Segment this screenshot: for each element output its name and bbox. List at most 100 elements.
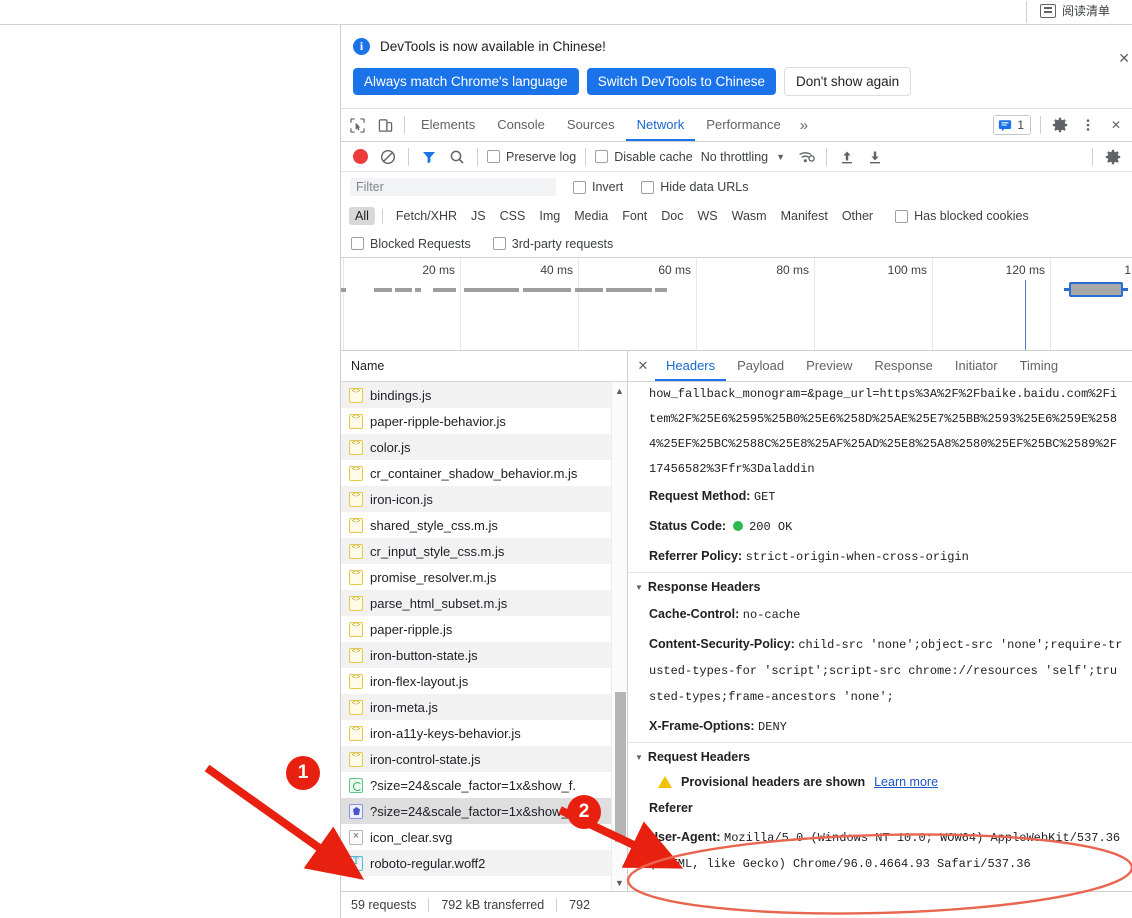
request-row[interactable]: paper-ripple.js xyxy=(341,616,611,642)
third-party-requests-checkbox[interactable]: 3rd-party requests xyxy=(491,237,615,251)
type-chip-wasm[interactable]: Wasm xyxy=(726,207,773,225)
response-headers-label: Response Headers xyxy=(647,580,761,594)
request-method-row: Request Method: GET xyxy=(628,482,1132,512)
request-row[interactable]: iron-flex-layout.js xyxy=(341,668,611,694)
request-row[interactable]: iron-a11y-keys-behavior.js xyxy=(341,720,611,746)
wifi-settings-icon[interactable] xyxy=(793,145,819,169)
type-chip-manifest[interactable]: Manifest xyxy=(775,207,834,225)
details-tab-preview[interactable]: Preview xyxy=(795,351,863,381)
chevron-down-icon[interactable]: ▼ xyxy=(770,152,791,162)
filter-input[interactable] xyxy=(349,177,557,197)
response-header-row: Cache-Control: no-cache xyxy=(628,600,1132,630)
request-row[interactable]: cr_input_style_css.m.js xyxy=(341,538,611,564)
tab-console[interactable]: Console xyxy=(486,109,556,141)
request-row[interactable]: roboto-regular.woff2 xyxy=(341,850,611,876)
request-url-value: how_fallback_monogram=&page_url=https%3A… xyxy=(649,387,1118,476)
request-row[interactable]: iron-button-state.js xyxy=(341,642,611,668)
type-chip-other[interactable]: Other xyxy=(836,207,879,225)
type-chip-font[interactable]: Font xyxy=(616,207,653,225)
details-tab-timing[interactable]: Timing xyxy=(1009,351,1070,381)
request-row[interactable]: ?size=24&scale_factor=1x&show_f. xyxy=(341,772,611,798)
request-list-scrollbar[interactable]: ▲ ▼ xyxy=(611,382,627,891)
response-header-row: X-Frame-Options: DENY xyxy=(628,712,1132,742)
request-list-header[interactable]: Name xyxy=(341,351,627,382)
response-header-row: Content-Security-Policy: child-src 'none… xyxy=(628,630,1132,712)
devtools-language-infobar: i DevTools is now available in Chinese! … xyxy=(341,25,1132,109)
overview-selection-box[interactable] xyxy=(1064,282,1128,297)
type-chip-doc[interactable]: Doc xyxy=(655,207,689,225)
request-row[interactable]: promise_resolver.m.js xyxy=(341,564,611,590)
devtools-panel: i DevTools is now available in Chinese! … xyxy=(340,25,1132,918)
tab-performance[interactable]: Performance xyxy=(695,109,791,141)
type-chip-ws[interactable]: WS xyxy=(691,207,723,225)
details-close-icon[interactable]: ✕ xyxy=(631,351,655,381)
details-tabbar: ✕ Headers Payload Preview Response Initi… xyxy=(628,351,1132,382)
request-row[interactable]: iron-icon.js xyxy=(341,486,611,512)
info-icon: i xyxy=(353,37,370,55)
request-row[interactable]: cr_container_shadow_behavior.m.js xyxy=(341,460,611,486)
download-arrow-icon[interactable] xyxy=(862,145,888,169)
type-chip-js[interactable]: JS xyxy=(465,207,492,225)
invert-checkbox[interactable]: Invert xyxy=(571,180,625,194)
blocked-requests-checkbox[interactable]: Blocked Requests xyxy=(349,237,473,251)
request-row[interactable]: iron-control-state.js xyxy=(341,746,611,772)
throttling-select[interactable]: No throttling xyxy=(697,150,768,164)
infobar-close-icon[interactable]: ✕ xyxy=(1118,51,1130,65)
always-match-language-button[interactable]: Always match Chrome's language xyxy=(353,68,579,95)
request-row[interactable]: iron-meta.js xyxy=(341,694,611,720)
type-chip-img[interactable]: Img xyxy=(533,207,566,225)
request-name: shared_style_css.m.js xyxy=(370,517,498,533)
inspect-cursor-icon[interactable] xyxy=(343,112,371,138)
device-toolbar-icon[interactable] xyxy=(371,112,399,138)
type-chip-fetch-xhr[interactable]: Fetch/XHR xyxy=(390,207,463,225)
hide-data-urls-checkbox[interactable]: Hide data URLs xyxy=(639,180,750,194)
request-row[interactable]: parse_html_subset.m.js xyxy=(341,590,611,616)
chevron-double-right-icon[interactable]: » xyxy=(792,117,816,134)
message-counter-button[interactable]: 1 xyxy=(993,115,1031,135)
switch-to-chinese-button[interactable]: Switch DevTools to Chinese xyxy=(586,68,777,95)
devtools-close-icon[interactable]: ✕ xyxy=(1102,112,1130,138)
tab-sources[interactable]: Sources xyxy=(556,109,626,141)
details-tab-headers[interactable]: Headers xyxy=(655,351,726,381)
request-row[interactable]: shared_style_css.m.js xyxy=(341,512,611,538)
request-row[interactable]: color.js xyxy=(341,434,611,460)
preserve-log-label: Preserve log xyxy=(506,149,577,164)
type-chip-all[interactable]: All xyxy=(349,207,375,225)
transferred-size: 792 kB transferred xyxy=(441,898,545,912)
details-tab-initiator[interactable]: Initiator xyxy=(944,351,1009,381)
request-row[interactable]: bindings.js xyxy=(341,382,611,408)
request-headers-title[interactable]: ▼ Request Headers xyxy=(628,743,1132,770)
kebab-menu-icon[interactable] xyxy=(1074,112,1102,138)
tab-elements[interactable]: Elements xyxy=(410,109,486,141)
triangle-down-icon: ▼ xyxy=(635,582,643,592)
has-blocked-cookies-checkbox[interactable]: Has blocked cookies xyxy=(893,209,1031,223)
details-tab-payload[interactable]: Payload xyxy=(726,351,795,381)
disable-cache-checkbox[interactable]: Disable cache xyxy=(593,150,695,164)
upload-arrow-icon[interactable] xyxy=(834,145,860,169)
preserve-log-checkbox[interactable]: Preserve log xyxy=(485,150,578,164)
overview-tick-100ms: 100 ms xyxy=(887,263,927,277)
scroll-down-arrow-icon[interactable]: ▼ xyxy=(612,874,627,891)
js-file-icon xyxy=(349,621,363,637)
tab-network[interactable]: Network xyxy=(626,109,696,141)
gear-icon[interactable] xyxy=(1046,112,1074,138)
dont-show-again-button[interactable]: Don't show again xyxy=(784,67,912,96)
devtools-tabbar: Elements Console Sources Network Perform… xyxy=(341,109,1132,142)
scroll-up-arrow-icon[interactable]: ▲ xyxy=(612,382,627,399)
type-chip-media[interactable]: Media xyxy=(568,207,614,225)
reading-list-button[interactable]: 阅读清单 xyxy=(1040,2,1110,19)
clear-icon[interactable] xyxy=(375,145,401,169)
details-tab-response[interactable]: Response xyxy=(863,351,944,381)
learn-more-link[interactable]: Learn more xyxy=(874,775,938,789)
request-row[interactable]: paper-ripple-behavior.js xyxy=(341,408,611,434)
search-icon[interactable] xyxy=(444,145,470,169)
funnel-filter-icon[interactable] xyxy=(416,145,442,169)
response-headers-title[interactable]: ▼ Response Headers xyxy=(628,573,1132,600)
type-filter-row: All Fetch/XHR JS CSS Img Media Font Doc … xyxy=(341,202,1132,230)
network-overview[interactable]: 20 ms 40 ms 60 ms 80 ms 100 ms 120 ms 1 xyxy=(341,258,1132,351)
request-row[interactable]: icon_clear.svg xyxy=(341,824,611,850)
record-stop-icon[interactable] xyxy=(347,145,373,169)
type-chip-css[interactable]: CSS xyxy=(494,207,532,225)
network-settings-gear-icon[interactable] xyxy=(1100,145,1126,169)
scrollbar-thumb[interactable] xyxy=(615,692,626,842)
